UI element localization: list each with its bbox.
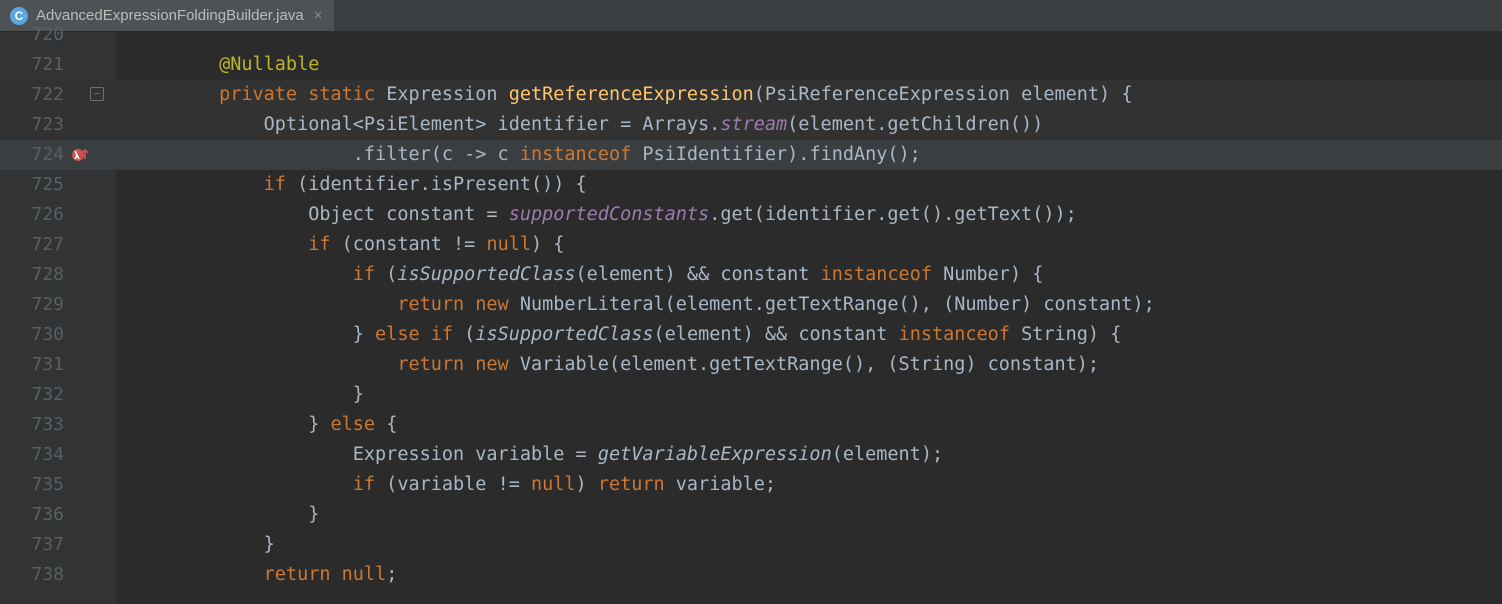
code-line[interactable]: } bbox=[116, 380, 1502, 410]
code-line[interactable]: if (isSupportedClass(element) && constan… bbox=[116, 260, 1502, 290]
code-line[interactable]: } bbox=[116, 530, 1502, 560]
line-number: 728 bbox=[0, 260, 64, 290]
code-line[interactable]: } bbox=[116, 500, 1502, 530]
close-tab-icon[interactable]: × bbox=[312, 1, 325, 31]
line-number: 733 bbox=[0, 410, 64, 440]
line-number: 722 bbox=[0, 80, 64, 110]
lambda-marker-icon[interactable] bbox=[72, 146, 90, 164]
line-number: 729 bbox=[0, 290, 64, 320]
code-line[interactable]: } else if (isSupportedClass(element) && … bbox=[116, 320, 1502, 350]
code-line[interactable]: .filter(c -> c instanceof PsiIdentifier)… bbox=[116, 140, 1502, 170]
line-number: 726 bbox=[0, 200, 64, 230]
code-line[interactable]: Object constant = supportedConstants.get… bbox=[116, 200, 1502, 230]
fold-toggle-icon[interactable]: − bbox=[90, 87, 104, 101]
code-line[interactable] bbox=[116, 32, 1502, 50]
line-number: 723 bbox=[0, 110, 64, 140]
code-line[interactable]: return new NumberLiteral(element.getText… bbox=[116, 290, 1502, 320]
tab-bar: C AdvancedExpressionFoldingBuilder.java … bbox=[0, 0, 1502, 32]
code-line[interactable]: if (identifier.isPresent()) { bbox=[116, 170, 1502, 200]
code-line[interactable]: private static Expression getReferenceEx… bbox=[116, 80, 1502, 110]
line-number: 725 bbox=[0, 170, 64, 200]
line-number: 738 bbox=[0, 560, 64, 590]
code-line[interactable]: } else { bbox=[116, 410, 1502, 440]
line-number: 736 bbox=[0, 500, 64, 530]
editor: 720 721 722 − 723 724 725 726 727 728 72… bbox=[0, 32, 1502, 604]
code-area[interactable]: @Nullable private static Expression getR… bbox=[116, 32, 1502, 604]
code-line[interactable]: Expression variable = getVariableExpress… bbox=[116, 440, 1502, 470]
line-number: 737 bbox=[0, 530, 64, 560]
gutter[interactable]: 720 721 722 − 723 724 725 726 727 728 72… bbox=[0, 32, 108, 604]
tab-filename: AdvancedExpressionFoldingBuilder.java bbox=[36, 1, 304, 31]
code-line[interactable]: if (variable != null) return variable; bbox=[116, 470, 1502, 500]
line-number: 724 bbox=[0, 140, 64, 170]
caret-stripe bbox=[108, 32, 116, 604]
code-line[interactable]: return new Variable(element.getTextRange… bbox=[116, 350, 1502, 380]
line-number: 720 bbox=[0, 20, 64, 50]
method-name: getReferenceExpression bbox=[509, 84, 754, 105]
line-number: 732 bbox=[0, 380, 64, 410]
code-line[interactable]: Optional<PsiElement> identifier = Arrays… bbox=[116, 110, 1502, 140]
line-number: 727 bbox=[0, 230, 64, 260]
line-number: 734 bbox=[0, 440, 64, 470]
line-number: 730 bbox=[0, 320, 64, 350]
code-line[interactable]: @Nullable bbox=[116, 50, 1502, 80]
code-line[interactable]: return null; bbox=[116, 560, 1502, 590]
line-number: 721 bbox=[0, 50, 64, 80]
code-line[interactable]: if (constant != null) { bbox=[116, 230, 1502, 260]
line-number: 735 bbox=[0, 470, 64, 500]
annotation: @Nullable bbox=[219, 54, 319, 75]
line-number: 731 bbox=[0, 350, 64, 380]
